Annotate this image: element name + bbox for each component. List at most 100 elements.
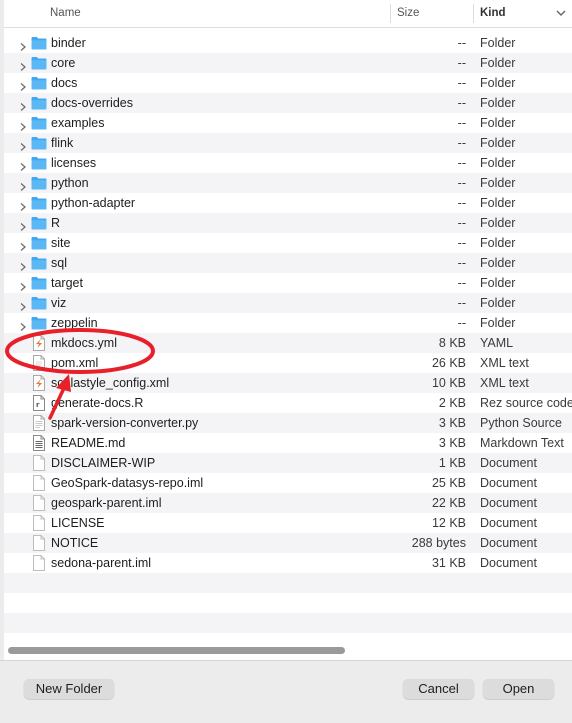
file-size: --: [457, 316, 466, 330]
file-kind: Folder: [480, 176, 516, 190]
document-icon: [30, 534, 48, 552]
column-divider[interactable]: [473, 4, 474, 23]
file-name: site: [51, 236, 71, 250]
folder-row[interactable]: python-adapter -- Folder: [4, 193, 572, 213]
disclosure-chevron-icon[interactable]: [18, 218, 28, 231]
new-folder-button[interactable]: New Folder: [24, 679, 114, 699]
file-size: --: [457, 196, 466, 210]
file-row[interactable]: spark-version-converter.py 3 KB Python Sou…: [4, 413, 572, 433]
disclosure-chevron-icon[interactable]: [18, 138, 28, 151]
file-kind: Folder: [480, 136, 516, 150]
file-row[interactable]: NOTICE 288 bytes Document: [4, 533, 572, 553]
disclosure-chevron-icon[interactable]: [18, 198, 28, 211]
file-row[interactable]: sedona-parent.iml 31 KB Document: [4, 553, 572, 573]
file-size: 3 KB: [438, 436, 466, 450]
file-size: --: [457, 256, 466, 270]
file-row[interactable]: LICENSE 12 KB Document: [4, 513, 572, 533]
folder-icon: [30, 234, 48, 252]
file-name: binder: [51, 36, 86, 50]
folder-icon: [30, 94, 48, 112]
folder-row[interactable]: docs -- Folder: [4, 73, 572, 93]
disclosure-chevron-icon[interactable]: [18, 98, 28, 111]
folder-icon: [30, 154, 48, 172]
file-kind: Folder: [480, 256, 516, 270]
file-kind: Folder: [480, 76, 516, 90]
disclosure-chevron-icon[interactable]: [18, 178, 28, 191]
yaml-file-icon: [30, 334, 48, 352]
folder-row[interactable]: site -- Folder: [4, 233, 572, 253]
disclosure-chevron-icon[interactable]: [18, 78, 28, 91]
document-icon: [30, 554, 48, 572]
file-row[interactable]: r generate-docs.R 2 KB Rez source code: [4, 393, 572, 413]
folder-icon: [30, 314, 48, 332]
empty-row: [4, 593, 572, 613]
folder-icon: [30, 194, 48, 212]
file-row[interactable]: GeoSpark-datasys-repo.iml 25 KB Document: [4, 473, 572, 493]
disclosure-chevron-icon[interactable]: [18, 258, 28, 271]
disclosure-chevron-icon[interactable]: [18, 38, 28, 51]
file-size: 12 KB: [431, 516, 466, 530]
file-kind: Folder: [480, 96, 516, 110]
cancel-button[interactable]: Cancel: [403, 679, 474, 699]
folder-row[interactable]: R -- Folder: [4, 213, 572, 233]
disclosure-chevron-icon[interactable]: [18, 278, 28, 291]
file-size: --: [457, 96, 466, 110]
column-size-header[interactable]: Size: [397, 0, 419, 27]
file-size: 22 KB: [431, 496, 466, 510]
file-size: 25 KB: [431, 476, 466, 490]
file-size: 3 KB: [438, 416, 466, 430]
file-size: --: [457, 216, 466, 230]
file-name: flink: [51, 136, 74, 150]
file-row[interactable]: mkdocs.yml 8 KB YAML: [4, 333, 572, 353]
disclosure-chevron-icon[interactable]: [18, 158, 28, 171]
folder-row[interactable]: licenses -- Folder: [4, 153, 572, 173]
column-name-header[interactable]: Name: [50, 0, 81, 27]
column-kind-header[interactable]: Kind: [480, 0, 506, 27]
file-name: viz: [51, 296, 67, 310]
disclosure-chevron-icon[interactable]: [18, 58, 28, 71]
folder-row[interactable]: viz -- Folder: [4, 293, 572, 313]
empty-row: [4, 573, 572, 593]
file-row[interactable]: geospark-parent.iml 22 KB Document: [4, 493, 572, 513]
file-name: sedona-parent.iml: [51, 556, 152, 570]
file-size: 8 KB: [438, 336, 466, 350]
file-name: LICENSE: [51, 516, 105, 530]
file-row[interactable]: README.md 3 KB Markdown Text: [4, 433, 572, 453]
file-size: 31 KB: [431, 556, 466, 570]
file-size: 2 KB: [438, 396, 466, 410]
folder-row[interactable]: docs-overrides -- Folder: [4, 93, 572, 113]
file-kind: Folder: [480, 116, 516, 130]
disclosure-chevron-icon[interactable]: [18, 318, 28, 331]
file-kind: Document: [480, 456, 537, 470]
folder-row[interactable]: core -- Folder: [4, 53, 572, 73]
open-button[interactable]: Open: [483, 679, 554, 699]
file-kind: Document: [480, 516, 537, 530]
file-row[interactable]: scalastyle_config.xml 10 KB XML text: [4, 373, 572, 393]
disclosure-chevron-icon[interactable]: [18, 298, 28, 311]
file-row[interactable]: DISCLAIMER-WIP 1 KB Document: [4, 453, 572, 473]
folder-icon: [30, 254, 48, 272]
file-browser-panel: Name Size Kind binder -- Folder core -- Folde…: [4, 0, 572, 660]
file-kind: XML text: [480, 356, 529, 370]
file-kind: Rez source code: [480, 396, 572, 410]
file-name: examples: [51, 116, 105, 130]
folder-row[interactable]: zeppelin -- Folder: [4, 313, 572, 333]
file-row[interactable]: pom.xml 26 KB XML text: [4, 353, 572, 373]
folder-row[interactable]: sql -- Folder: [4, 253, 572, 273]
chevron-down-icon[interactable]: [555, 7, 567, 19]
file-size: 288 bytes: [411, 536, 466, 550]
folder-row[interactable]: binder -- Folder: [4, 33, 572, 53]
file-kind: YAML: [480, 336, 514, 350]
folder-row[interactable]: examples -- Folder: [4, 113, 572, 133]
column-divider[interactable]: [390, 4, 391, 23]
file-name: licenses: [51, 156, 97, 170]
folder-row[interactable]: python -- Folder: [4, 173, 572, 193]
disclosure-chevron-icon[interactable]: [18, 238, 28, 251]
yaml-file-icon: [30, 374, 48, 392]
file-kind: Document: [480, 556, 537, 570]
file-size: --: [457, 176, 466, 190]
horizontal-scrollbar[interactable]: [8, 647, 345, 654]
folder-row[interactable]: flink -- Folder: [4, 133, 572, 153]
folder-row[interactable]: target -- Folder: [4, 273, 572, 293]
disclosure-chevron-icon[interactable]: [18, 118, 28, 131]
